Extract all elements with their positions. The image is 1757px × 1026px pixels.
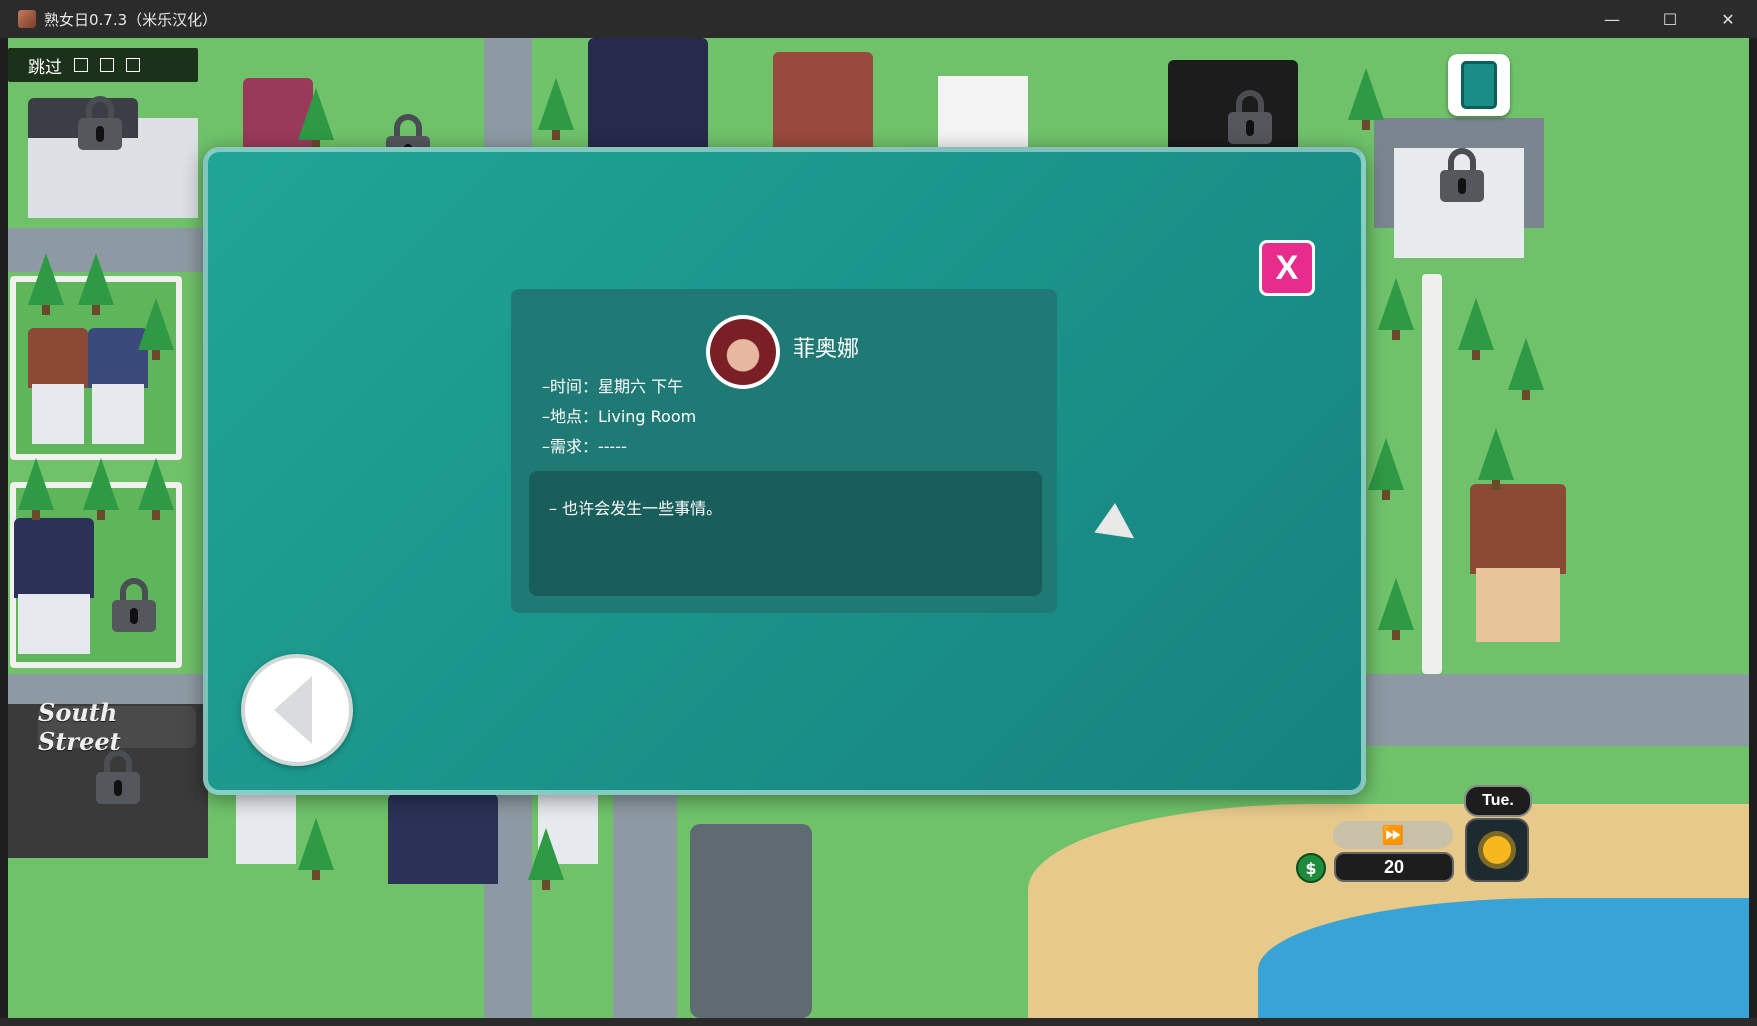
tree bbox=[28, 253, 64, 315]
south-street-sign: South Street bbox=[38, 698, 196, 756]
money-counter: 20 bbox=[1334, 852, 1454, 882]
minimize-button[interactable]: — bbox=[1583, 0, 1641, 38]
money-icon: $ bbox=[1296, 853, 1326, 883]
tree bbox=[138, 458, 174, 520]
lock-icon bbox=[78, 96, 122, 150]
character-avatar bbox=[706, 315, 780, 389]
phone-icon bbox=[1461, 61, 1497, 109]
back-button[interactable] bbox=[241, 654, 353, 766]
house[interactable] bbox=[938, 76, 1028, 152]
lot-block bbox=[1422, 274, 1442, 674]
window-title: 熟女日0.7.3（米乐汉化） bbox=[44, 10, 218, 29]
skip-checkbox-1[interactable] bbox=[74, 58, 88, 72]
time-of-day-button[interactable] bbox=[1465, 818, 1529, 882]
parking-lot bbox=[690, 824, 812, 1018]
tree bbox=[83, 458, 119, 520]
house[interactable] bbox=[14, 518, 94, 658]
app-icon bbox=[18, 10, 36, 28]
lock-icon bbox=[112, 578, 156, 632]
maximize-button[interactable]: ☐ bbox=[1641, 0, 1699, 38]
tree bbox=[298, 88, 334, 150]
house[interactable] bbox=[236, 794, 296, 864]
lock-icon bbox=[96, 750, 140, 804]
portrait-image bbox=[710, 319, 776, 385]
event-location: –地点：Living Room bbox=[542, 407, 697, 426]
event-description: – 也许会发生一些事情。 bbox=[549, 499, 723, 518]
skip-checkbox-3[interactable] bbox=[126, 58, 140, 72]
day-indicator: Tue. bbox=[1464, 785, 1532, 817]
dialog-close-button[interactable]: X bbox=[1259, 240, 1315, 296]
skip-checkbox-2[interactable] bbox=[100, 58, 114, 72]
tree bbox=[138, 298, 174, 360]
window-titlebar: 熟女日0.7.3（米乐汉化） — ☐ ✕ bbox=[0, 0, 1757, 38]
window-controls: — ☐ ✕ bbox=[1583, 0, 1757, 38]
house[interactable] bbox=[773, 52, 873, 152]
tree bbox=[1348, 68, 1384, 130]
close-window-button[interactable]: ✕ bbox=[1699, 0, 1757, 38]
house[interactable] bbox=[388, 794, 498, 884]
tree bbox=[1368, 438, 1404, 500]
fast-forward-icon: ⏩ bbox=[1381, 824, 1405, 846]
tree bbox=[1508, 338, 1544, 400]
tree bbox=[538, 78, 574, 140]
tree bbox=[78, 253, 114, 315]
description-box bbox=[529, 471, 1042, 596]
tree bbox=[528, 828, 564, 890]
tree bbox=[1458, 298, 1494, 360]
character-name: 菲奥娜 bbox=[793, 337, 860, 362]
sun-icon bbox=[1483, 836, 1511, 864]
house[interactable] bbox=[28, 328, 88, 448]
tree bbox=[1378, 278, 1414, 340]
arrow-left-icon bbox=[274, 676, 312, 744]
house[interactable] bbox=[578, 38, 718, 148]
tree bbox=[298, 818, 334, 880]
road-right bbox=[1364, 674, 1749, 746]
phone-button[interactable] bbox=[1448, 54, 1510, 116]
tree bbox=[1378, 578, 1414, 640]
skip-bar: 跳过 bbox=[8, 48, 198, 82]
event-requirement: –需求：----- bbox=[542, 437, 627, 456]
lock-icon bbox=[1440, 148, 1484, 202]
fast-forward-button[interactable]: ⏩ bbox=[1333, 821, 1453, 849]
house[interactable] bbox=[1470, 484, 1566, 644]
tree bbox=[1478, 428, 1514, 490]
skip-label[interactable]: 跳过 bbox=[28, 53, 62, 78]
event-time: –时间：星期六 下午 bbox=[542, 377, 684, 396]
window-bottom-edge bbox=[0, 1018, 1757, 1026]
lock-icon bbox=[1228, 90, 1272, 144]
tree bbox=[18, 458, 54, 520]
